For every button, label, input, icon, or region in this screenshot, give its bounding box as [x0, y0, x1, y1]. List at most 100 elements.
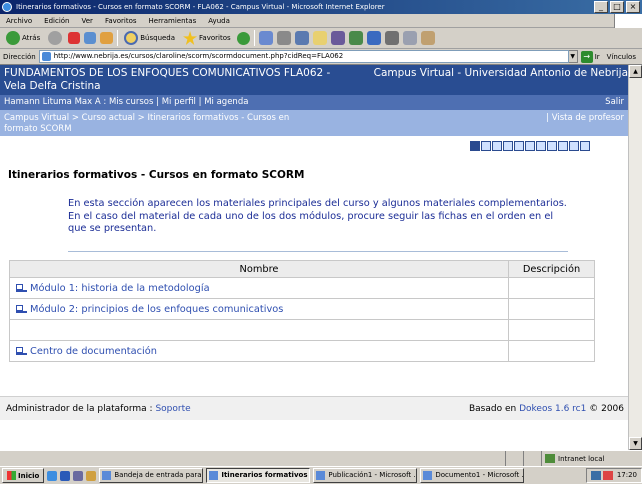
scorm-icon — [16, 304, 27, 313]
user-bar: Hamann Lituma Max A : Mis cursos | Mi pe… — [0, 95, 628, 110]
menu-edicion[interactable]: Edición — [44, 14, 69, 27]
module-2-label: Módulo 2: principios de los enfoques com… — [30, 303, 284, 315]
refresh-icon[interactable] — [84, 32, 97, 44]
history-icon[interactable] — [236, 31, 250, 45]
favorites-button[interactable]: Favoritos — [181, 29, 233, 47]
messenger-icon[interactable] — [330, 31, 345, 45]
course-tools — [470, 141, 590, 153]
clock[interactable]: 17:20 — [617, 471, 637, 479]
address-bar: Dirección http://www.nebrija.es/cursos/c… — [0, 49, 642, 65]
print-icon[interactable] — [276, 31, 291, 45]
ie-quicklaunch-icon[interactable] — [47, 470, 58, 481]
platform-credit: Basado en Dokeos 1.6 rc1 © 2006 — [468, 404, 624, 414]
folder-icon[interactable] — [312, 31, 327, 45]
scroll-down-icon[interactable]: ▼ — [629, 437, 642, 450]
users-icon[interactable] — [547, 141, 557, 151]
menu-ayuda[interactable]: Ayuda — [208, 14, 230, 27]
document-icon[interactable] — [492, 141, 502, 151]
links-button[interactable]: Vínculos — [607, 53, 642, 61]
go-button[interactable]: → Ir — [580, 50, 600, 63]
column-header-descripcion: Descripción — [508, 260, 595, 278]
nav-mis-cursos[interactable]: Mis cursos — [109, 97, 153, 107]
close-button[interactable]: × — [626, 1, 640, 13]
link-icon[interactable] — [525, 141, 535, 151]
table-row — [9, 319, 595, 341]
search-button[interactable]: Búsqueda — [122, 29, 177, 47]
intro-text: En esta sección aparecen los materiales … — [68, 198, 567, 234]
search-icon — [124, 31, 139, 45]
module-1-link[interactable]: Módulo 1: historia de la metodología — [9, 277, 509, 299]
home-icon[interactable] — [100, 32, 114, 44]
copy-icon[interactable] — [402, 31, 417, 45]
menu-bar: Archivo Edición Ver Favoritos Herramient… — [0, 14, 642, 28]
calendar-icon[interactable] — [536, 141, 546, 151]
scroll-up-icon[interactable]: ▲ — [629, 65, 642, 78]
window-title: Itinerarios formativos - Cursos en forma… — [16, 3, 385, 11]
documentation-center-link[interactable]: Centro de documentación — [9, 340, 509, 362]
menu-herramientas[interactable]: Herramientas — [149, 14, 197, 27]
group-icon[interactable] — [569, 141, 579, 151]
translate-icon[interactable] — [366, 31, 381, 45]
start-button[interactable]: Inicio — [2, 468, 45, 483]
scorm-icon — [16, 346, 27, 355]
back-button[interactable]: Atrás — [4, 29, 42, 47]
forum-icon[interactable] — [558, 141, 568, 151]
search-label: Búsqueda — [140, 34, 176, 42]
vertical-scrollbar[interactable]: ▲ ▼ — [628, 65, 642, 450]
course-header: FUNDAMENTOS DE LOS ENFOQUES COMUNICATIVO… — [0, 65, 628, 95]
status-bar: Intranet local — [0, 450, 642, 466]
settings-icon[interactable] — [580, 141, 590, 151]
cut-icon[interactable] — [384, 31, 399, 45]
go-arrow-icon: → — [580, 50, 593, 63]
task-publisher[interactable]: Publicación1 - Microsoft ... — [313, 468, 418, 483]
teacher-view-link[interactable]: | Vista de profesor — [546, 113, 624, 124]
stop-icon[interactable] — [68, 32, 81, 44]
breadcrumb[interactable]: Campus Virtual > Curso actual > Itinerar… — [4, 113, 314, 135]
nav-mi-agenda[interactable]: Mi agenda — [204, 97, 248, 107]
task-internet-explorer[interactable]: Itinerarios formativos ... — [206, 468, 311, 483]
address-label: Dirección — [3, 52, 36, 61]
task-outlook[interactable]: Bandeja de entrada para ... — [99, 468, 204, 483]
empty-cell — [9, 319, 509, 341]
table-row: Módulo 1: historia de la metodología — [9, 277, 595, 299]
dokeos-link[interactable]: Dokeos 1.6 rc1 — [519, 404, 586, 414]
minimize-button[interactable]: _ — [594, 1, 608, 13]
menu-favoritos[interactable]: Favoritos — [105, 14, 137, 27]
campus-title[interactable]: Campus Virtual - Universidad Antonio de … — [374, 67, 628, 80]
table-row: Módulo 2: principios de los enfoques com… — [9, 298, 595, 320]
home-icon[interactable] — [470, 141, 480, 151]
nav-mi-perfil[interactable]: Mi perfil — [162, 97, 196, 107]
outlook-quicklaunch-icon[interactable] — [86, 470, 97, 481]
forward-button[interactable] — [46, 29, 64, 47]
logout-link[interactable]: Salir — [605, 95, 624, 110]
toolbar: Atrás Búsqueda Favoritos — [0, 28, 642, 49]
scorm-icon[interactable] — [514, 141, 524, 151]
status-text — [0, 451, 506, 466]
research-icon[interactable] — [348, 31, 363, 45]
ie-icon — [2, 2, 12, 12]
menu-archivo[interactable]: Archivo — [6, 14, 32, 27]
paste-icon[interactable] — [420, 31, 435, 45]
address-input[interactable]: http://www.nebrija.es/cursos/claroline/s… — [38, 50, 569, 63]
back-label: Atrás — [22, 34, 41, 42]
list-icon[interactable] — [481, 141, 491, 151]
system-tray: 17:20 — [585, 468, 642, 483]
support-link[interactable]: Soporte — [155, 404, 190, 414]
star-icon — [183, 31, 198, 45]
windows-logo-icon — [614, 14, 642, 28]
task-word[interactable]: Documento1 - Microsoft ... — [420, 468, 525, 483]
module-2-link[interactable]: Módulo 2: principios de los enfoques com… — [9, 298, 509, 320]
word-quicklaunch-icon[interactable] — [60, 470, 71, 481]
edit-icon[interactable] — [294, 31, 309, 45]
mail-icon[interactable] — [258, 31, 273, 45]
menu-ver[interactable]: Ver — [82, 14, 93, 27]
empty-cell — [508, 319, 595, 341]
module-1-label: Módulo 1: historia de la metodología — [30, 282, 210, 294]
documentation-center-label: Centro de documentación — [30, 345, 157, 357]
desktop-quicklaunch-icon[interactable] — [73, 470, 84, 481]
module-2-description — [508, 298, 595, 320]
folder-icon[interactable] — [503, 141, 513, 151]
maximize-button[interactable]: □ — [610, 1, 624, 13]
forward-arrow-icon — [48, 31, 63, 45]
address-dropdown-icon[interactable]: ▼ — [567, 50, 578, 63]
